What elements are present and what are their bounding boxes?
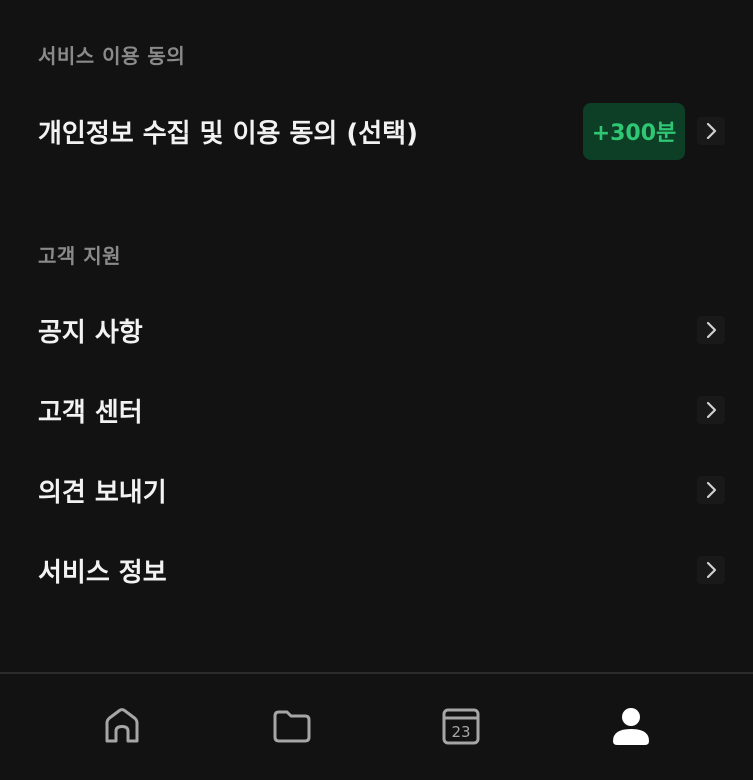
support-section-header: 고객 지원 <box>38 244 122 268</box>
nav-calendar[interactable]: 23 <box>439 704 483 748</box>
notice-label: 공지 사항 <box>38 317 143 348</box>
chevron-right-icon <box>697 396 725 424</box>
send-feedback-row[interactable]: 의견 보내기 <box>0 458 753 522</box>
privacy-consent-row[interactable]: 개인정보 수집 및 이용 동의 (선택) +300분 <box>0 99 753 163</box>
service-info-row[interactable]: 서비스 정보 <box>0 538 753 602</box>
calendar-icon: 23 <box>442 708 480 745</box>
reward-badge: +300분 <box>583 102 685 160</box>
consent-section-header: 서비스 이용 동의 <box>38 44 186 68</box>
home-icon <box>105 708 139 743</box>
chevron-right-icon <box>697 476 725 504</box>
bottom-nav: 23 <box>0 672 753 780</box>
folder-icon <box>273 710 311 743</box>
profile-icon <box>613 708 649 745</box>
nav-files[interactable] <box>270 704 314 748</box>
service-info-label: 서비스 정보 <box>38 557 167 588</box>
calendar-date: 23 <box>451 723 470 741</box>
nav-home[interactable] <box>100 704 144 748</box>
privacy-consent-label: 개인정보 수집 및 이용 동의 (선택) <box>38 118 418 149</box>
customer-center-label: 고객 센터 <box>38 397 143 428</box>
send-feedback-label: 의견 보내기 <box>38 477 167 508</box>
chevron-right-icon <box>697 117 725 145</box>
chevron-right-icon <box>697 316 725 344</box>
nav-profile[interactable] <box>609 704 653 748</box>
notice-row[interactable]: 공지 사항 <box>0 298 753 362</box>
chevron-right-icon <box>697 556 725 584</box>
customer-center-row[interactable]: 고객 센터 <box>0 378 753 442</box>
